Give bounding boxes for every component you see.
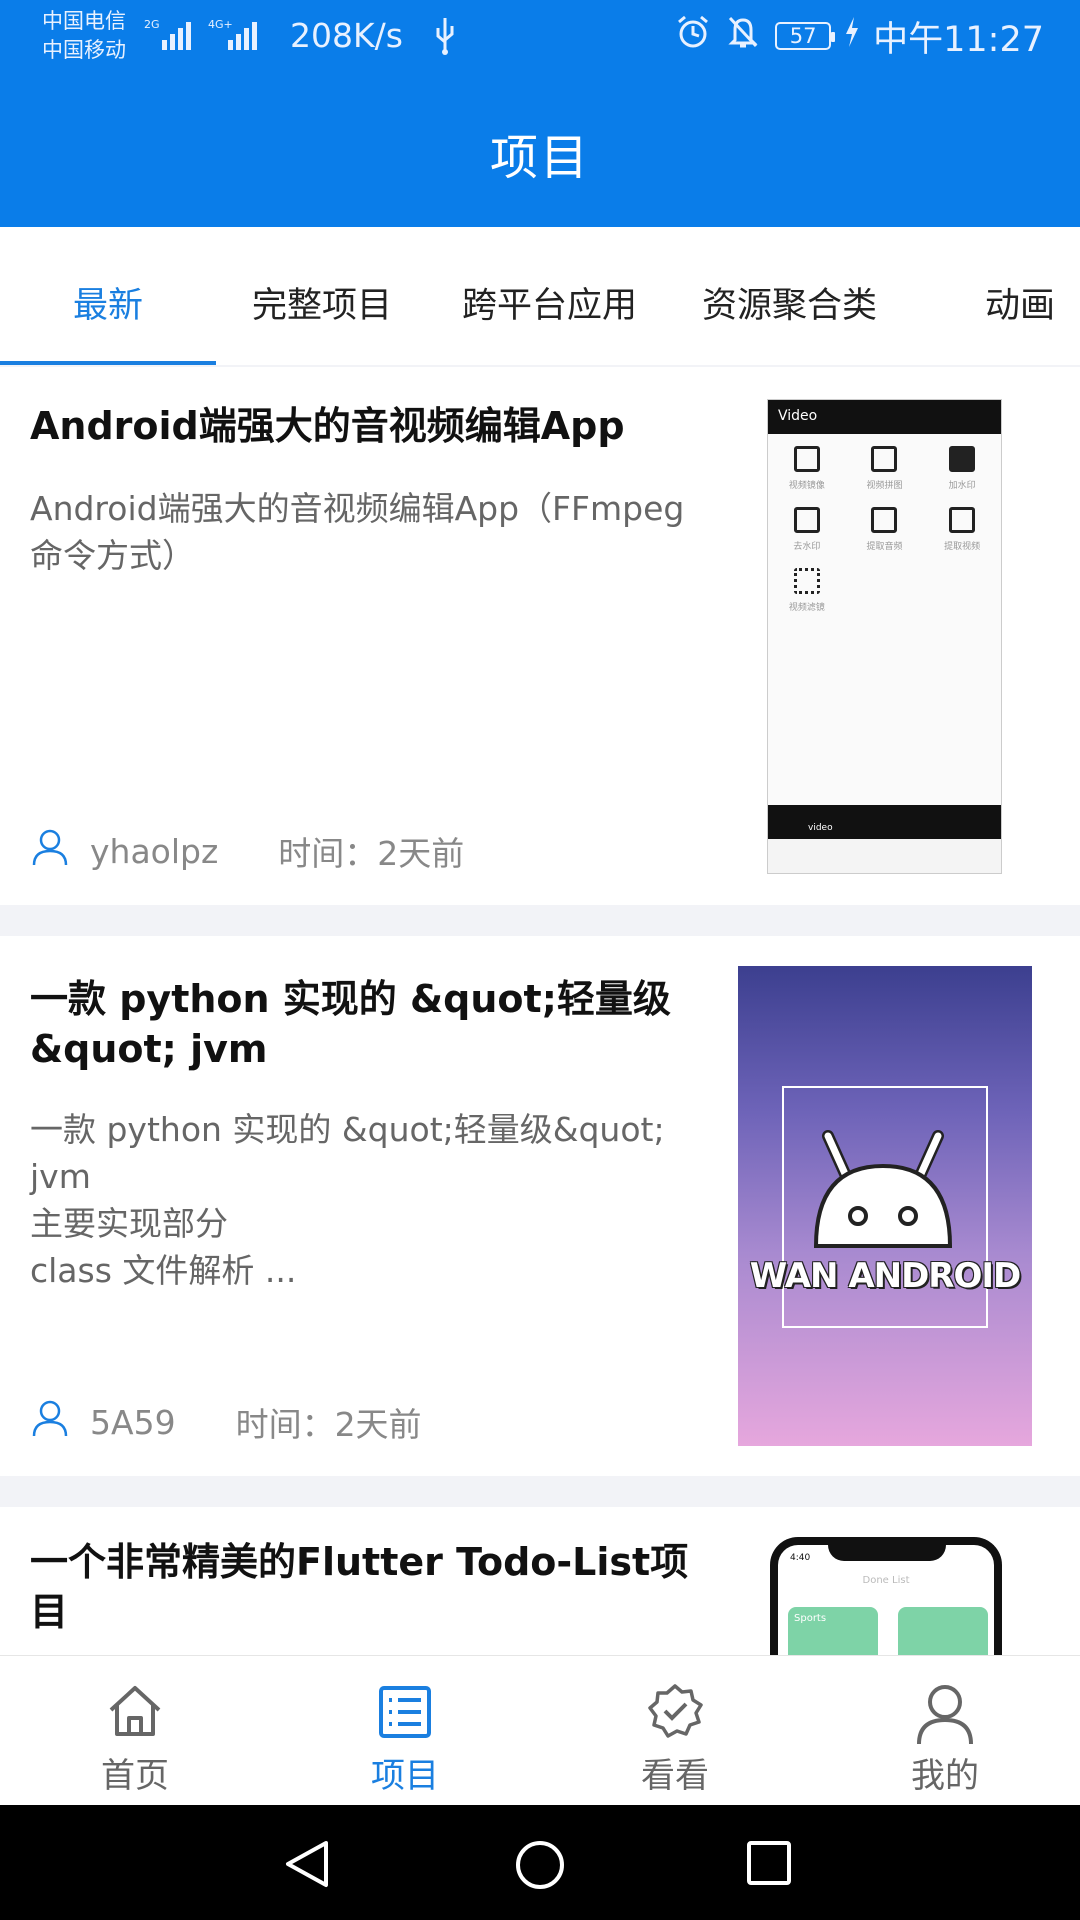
- phone-notch: [828, 1545, 946, 1561]
- thumbnail-cell: 加水印: [923, 446, 1001, 491]
- page-title: 项目: [489, 130, 590, 186]
- article-time: 时间：2天前: [278, 834, 465, 873]
- thumbnail-header: Video: [768, 400, 1001, 434]
- home-icon: [109, 1686, 161, 1736]
- thumbnail-card: [898, 1607, 988, 1655]
- thumbnail-bottom-bar: video: [768, 805, 1001, 839]
- thumbnail-card: Sports: [788, 1607, 878, 1655]
- thumbnail-clock: 4:40: [790, 1553, 811, 1563]
- nav-label: 看看: [641, 1756, 709, 1796]
- thumbnail-cell-label: 提取视频: [944, 542, 981, 552]
- thumbnail-cell: 视频拼图: [846, 446, 924, 491]
- nav-home[interactable]: 首页: [0, 1656, 270, 1806]
- network-type-2: 4G+: [208, 18, 233, 31]
- music-icon: [871, 507, 898, 533]
- carrier-1: 中国电信: [42, 9, 126, 33]
- signal-icon: 2G 4G+: [142, 14, 272, 58]
- nav-mine[interactable]: 我的: [810, 1656, 1080, 1806]
- nav-label: 首页: [101, 1756, 169, 1796]
- mirror-icon: [793, 446, 820, 472]
- carrier-2: 中国移动: [42, 38, 126, 62]
- article-meta: yhaolpz 时间：2天前: [30, 827, 464, 875]
- usb-icon: [432, 16, 458, 60]
- thumbnail-cell-label: 视频滤镜: [788, 603, 825, 613]
- thumbnail-cell-label: 视频镜像: [788, 481, 825, 491]
- carrier-names: 中国电信 中国移动: [42, 7, 126, 65]
- tab-animation[interactable]: 动画: [985, 277, 1055, 328]
- tab-complete-projects[interactable]: 完整项目: [252, 277, 392, 328]
- article-meta: 5A59 时间：2天前: [30, 1398, 422, 1446]
- back-icon[interactable]: [282, 1839, 332, 1889]
- collage-icon: [871, 446, 898, 472]
- category-tabs: 最新 完整项目 跨平台应用 资源聚合类 动画: [0, 227, 1080, 365]
- article-time: 时间：2天前: [235, 1405, 422, 1444]
- article-description: Android端强大的音视频编辑App（FFmpeg 命令方式）: [30, 489, 685, 575]
- charging-icon: [845, 16, 859, 56]
- tab-latest[interactable]: 最新: [73, 277, 143, 328]
- article-card[interactable]: 一个非常精美的Flutter Todo-List项目 4:40 Done Lis…: [0, 1507, 1080, 1655]
- thumbnail-cell-label: 去水印: [793, 542, 821, 552]
- article-card[interactable]: 一款 python 实现的 &quot;轻量级&quot; jvm 一款 pyt…: [0, 936, 1080, 1476]
- recents-icon[interactable]: [745, 1839, 793, 1887]
- thumbnail-feature-grid: 视频镜像 视频拼图 加水印 去水印 提取音频 提取视频 视频滤镜: [768, 434, 1001, 613]
- article-title: 一个非常精美的Flutter Todo-List项目: [30, 1540, 689, 1634]
- tab-cross-platform[interactable]: 跨平台应用: [462, 277, 637, 328]
- alarm-icon: [675, 14, 711, 59]
- battery-level: 57: [775, 22, 836, 50]
- system-nav-bar: [0, 1805, 1080, 1920]
- tab-indicator: [0, 361, 216, 365]
- nav-label: 项目: [371, 1756, 439, 1796]
- nav-look[interactable]: 看看: [540, 1656, 810, 1806]
- thumbnail-cell-label: 加水印: [948, 481, 976, 491]
- thumbnail-cell: 提取音频: [846, 507, 924, 552]
- watermark-icon: [949, 446, 976, 472]
- app-bar: 项目: [0, 72, 1080, 227]
- article-author: yhaolpz: [90, 831, 219, 871]
- status-bar: 中国电信 中国移动 2G 4G+ 208K/s 57 中午11:27: [0, 0, 1080, 72]
- play-icon: [949, 507, 976, 533]
- article-thumbnail[interactable]: WAN ANDROID: [738, 966, 1032, 1446]
- nav-label: 我的: [911, 1756, 979, 1796]
- badge-check-icon: [648, 1684, 703, 1738]
- list-icon: [379, 1686, 431, 1738]
- mute-icon: [725, 14, 761, 59]
- author-icon: [30, 827, 70, 875]
- thumbnail-cell: 视频镜像: [768, 446, 846, 491]
- filter-icon: [793, 568, 820, 594]
- article-author: 5A59: [90, 1402, 176, 1442]
- bottom-navigation: 首页 项目 看看 我的: [0, 1655, 1080, 1805]
- article-thumbnail[interactable]: Video 视频镜像 视频拼图 加水印 去水印 提取音频 提取视频 视频滤镜 v…: [767, 399, 1002, 874]
- thumbnail-cell: 去水印: [768, 507, 846, 552]
- thumbnail-cell-label: 视频拼图: [866, 481, 903, 491]
- android-robot-icon: [808, 1116, 958, 1260]
- tab-resource-aggregation[interactable]: 资源聚合类: [702, 277, 877, 328]
- thumbnail-cell: 提取视频: [923, 507, 1001, 552]
- person-icon: [917, 1685, 973, 1745]
- article-description: 一款 python 实现的 &quot;轻量级&quot; jvm 主要实现部分…: [30, 1110, 665, 1290]
- thumbnail-cell: 视频滤镜: [768, 568, 846, 613]
- nav-projects[interactable]: 项目: [270, 1656, 540, 1806]
- clock: 中午11:27: [873, 19, 1044, 60]
- thumbnail-nav-bar: [768, 839, 1001, 873]
- network-speed: 208K/s: [290, 16, 403, 55]
- article-card[interactable]: Android端强大的音视频编辑App Android端强大的音视频编辑App（…: [0, 367, 1080, 905]
- article-title: Android端强大的音视频编辑App: [30, 404, 625, 448]
- thumbnail-header: Done List: [862, 1575, 910, 1586]
- author-icon: [30, 1398, 70, 1446]
- thumbnail-tab-label: video: [808, 823, 833, 833]
- network-type-1: 2G: [144, 18, 160, 31]
- home-circle-icon[interactable]: [514, 1839, 566, 1891]
- poster-caption: WAN ANDROID: [749, 1256, 1022, 1296]
- remove-watermark-icon: [793, 507, 820, 533]
- thumbnail-card-title: Sports: [794, 1613, 827, 1624]
- article-title: 一款 python 实现的 &quot;轻量级&quot; jvm: [30, 977, 671, 1071]
- article-thumbnail[interactable]: 4:40 Done List Sports: [770, 1537, 1002, 1655]
- thumbnail-cell-label: 提取音频: [866, 542, 903, 552]
- status-right: 57 中午11:27: [675, 14, 1044, 60]
